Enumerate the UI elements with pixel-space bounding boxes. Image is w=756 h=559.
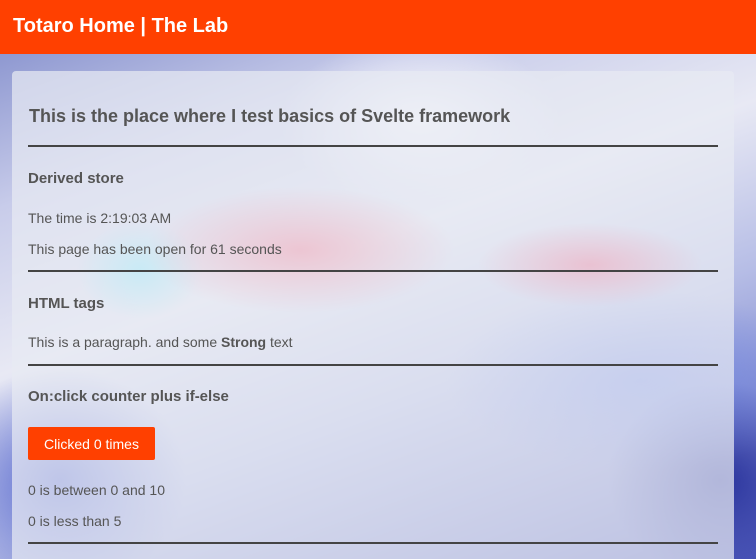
open-duration-text: This page has been open for 61 seconds — [28, 241, 282, 257]
paragraph-text-start: This is a paragraph. and some — [28, 334, 221, 350]
paragraph-text: This is a paragraph. and some Strong tex… — [28, 334, 293, 350]
divider — [28, 542, 718, 544]
section-heading-derived-store: Derived store — [28, 170, 124, 187]
paragraph-text-end: text — [266, 334, 293, 350]
range-text: 0 is between 0 and 10 — [28, 482, 165, 498]
section-heading-html-tags: HTML tags — [28, 295, 105, 312]
strong-text: Strong — [221, 334, 267, 350]
time-text: The time is 2:19:03 AM — [28, 210, 172, 226]
divider — [28, 270, 718, 272]
section-heading-counter: On:click counter plus if-else — [28, 388, 229, 405]
brand-link[interactable]: Totaro Home | The Lab — [13, 15, 228, 38]
page-title: This is the place where I test basics of… — [29, 106, 511, 126]
click-counter-button[interactable]: Clicked 0 times — [28, 427, 155, 460]
divider — [28, 364, 718, 366]
divider — [28, 145, 718, 147]
content-panel: This is the place where I test basics of… — [12, 71, 734, 559]
top-navbar: Totaro Home | The Lab — [0, 0, 756, 54]
less-than-text: 0 is less than 5 — [28, 513, 122, 529]
